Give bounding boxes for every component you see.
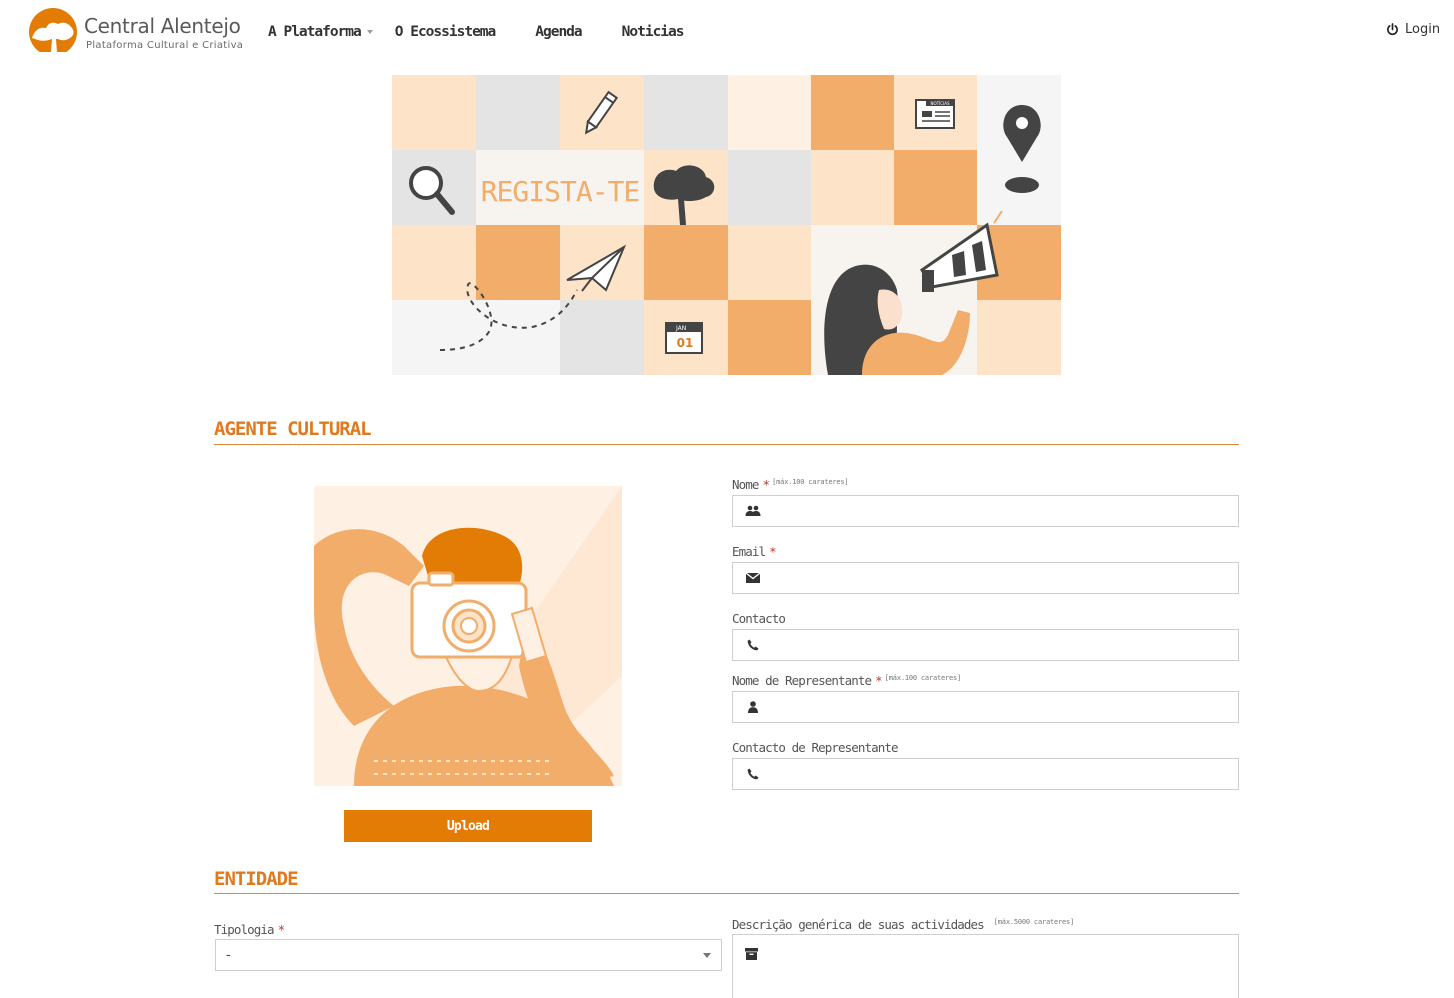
phone-icon	[733, 630, 773, 660]
email-label: Email *	[732, 544, 777, 559]
chevron-down-icon	[703, 952, 711, 958]
nav-item-ecossistema[interactable]: O Ecossistema	[395, 24, 496, 40]
nav-item-agenda[interactable]: Agenda	[535, 24, 582, 40]
site-logo[interactable]: Central Alentejo Plataforma Cultural e C…	[26, 8, 243, 56]
calendar-icon: JAN 01	[665, 322, 703, 354]
login-label: Login	[1405, 22, 1441, 37]
tipologia-label: Tipologia *	[214, 922, 285, 937]
power-icon	[1387, 23, 1398, 36]
nav-item-noticias[interactable]: Noticias	[621, 24, 685, 40]
section-title-agente: AGENTE CULTURAL	[214, 418, 372, 440]
upload-button[interactable]: Upload	[344, 810, 592, 842]
logo-subtitle: Plataforma Cultural e Criativa	[86, 40, 244, 51]
users-icon	[733, 496, 773, 526]
svg-text:01: 01	[677, 336, 694, 350]
section-divider	[214, 893, 1239, 894]
svg-text:JAN: JAN	[675, 325, 686, 332]
nome-input[interactable]	[773, 497, 1238, 525]
nome-field[interactable]	[732, 495, 1239, 527]
contacto-representante-input[interactable]	[773, 760, 1238, 788]
contacto-field[interactable]	[732, 629, 1239, 661]
nav-label: A Plataforma	[268, 24, 362, 40]
descricao-textarea[interactable]	[732, 934, 1239, 998]
photographer-avatar-illustration	[314, 486, 622, 786]
tipologia-select[interactable]: -	[215, 939, 722, 971]
register-banner: NOTÍCIAS REGISTA-TE JAN 01	[392, 75, 1061, 375]
svg-text:NOTÍCIAS: NOTÍCIAS	[930, 101, 949, 106]
phone-icon	[733, 759, 773, 789]
banner-headline: REGISTA-TE	[481, 175, 640, 208]
section-title-entidade: ENTIDADE	[214, 868, 299, 890]
representante-field[interactable]	[732, 691, 1239, 723]
logo-title: Central Alentejo	[84, 14, 241, 38]
login-button[interactable]: Login	[1386, 22, 1440, 37]
site-header: Central Alentejo Plataforma Cultural e C…	[0, 0, 1454, 62]
contacto-input[interactable]	[773, 631, 1238, 659]
main-nav: A Plataforma O Ecossistema Agenda Notici…	[268, 20, 684, 44]
nav-item-plataforma[interactable]: A Plataforma	[268, 24, 373, 40]
section-divider	[214, 444, 1239, 445]
nome-label: Nome * [máx.100 carateres]	[732, 477, 849, 492]
newspaper-icon: NOTÍCIAS	[915, 99, 955, 129]
nav-label: Noticias	[621, 24, 685, 40]
tree-logo-icon	[26, 8, 80, 56]
tipologia-selected-value: -	[226, 947, 231, 963]
user-icon	[733, 692, 773, 722]
descricao-label: Descrição genérica de suas actividades [m…	[732, 917, 1075, 932]
email-field[interactable]	[732, 562, 1239, 594]
email-input[interactable]	[773, 564, 1238, 592]
envelope-icon	[733, 563, 773, 593]
contacto-label: Contacto	[732, 611, 786, 626]
contacto-representante-label: Contacto de Representante	[732, 740, 899, 755]
representante-label: Nome de Representante * [máx.100 carateres…	[732, 673, 962, 688]
nav-label: Agenda	[535, 24, 582, 40]
representante-input[interactable]	[773, 693, 1238, 721]
nav-label: O Ecossistema	[394, 24, 496, 40]
archive-icon	[745, 945, 758, 964]
chevron-down-icon	[366, 30, 373, 34]
contacto-representante-field[interactable]	[732, 758, 1239, 790]
